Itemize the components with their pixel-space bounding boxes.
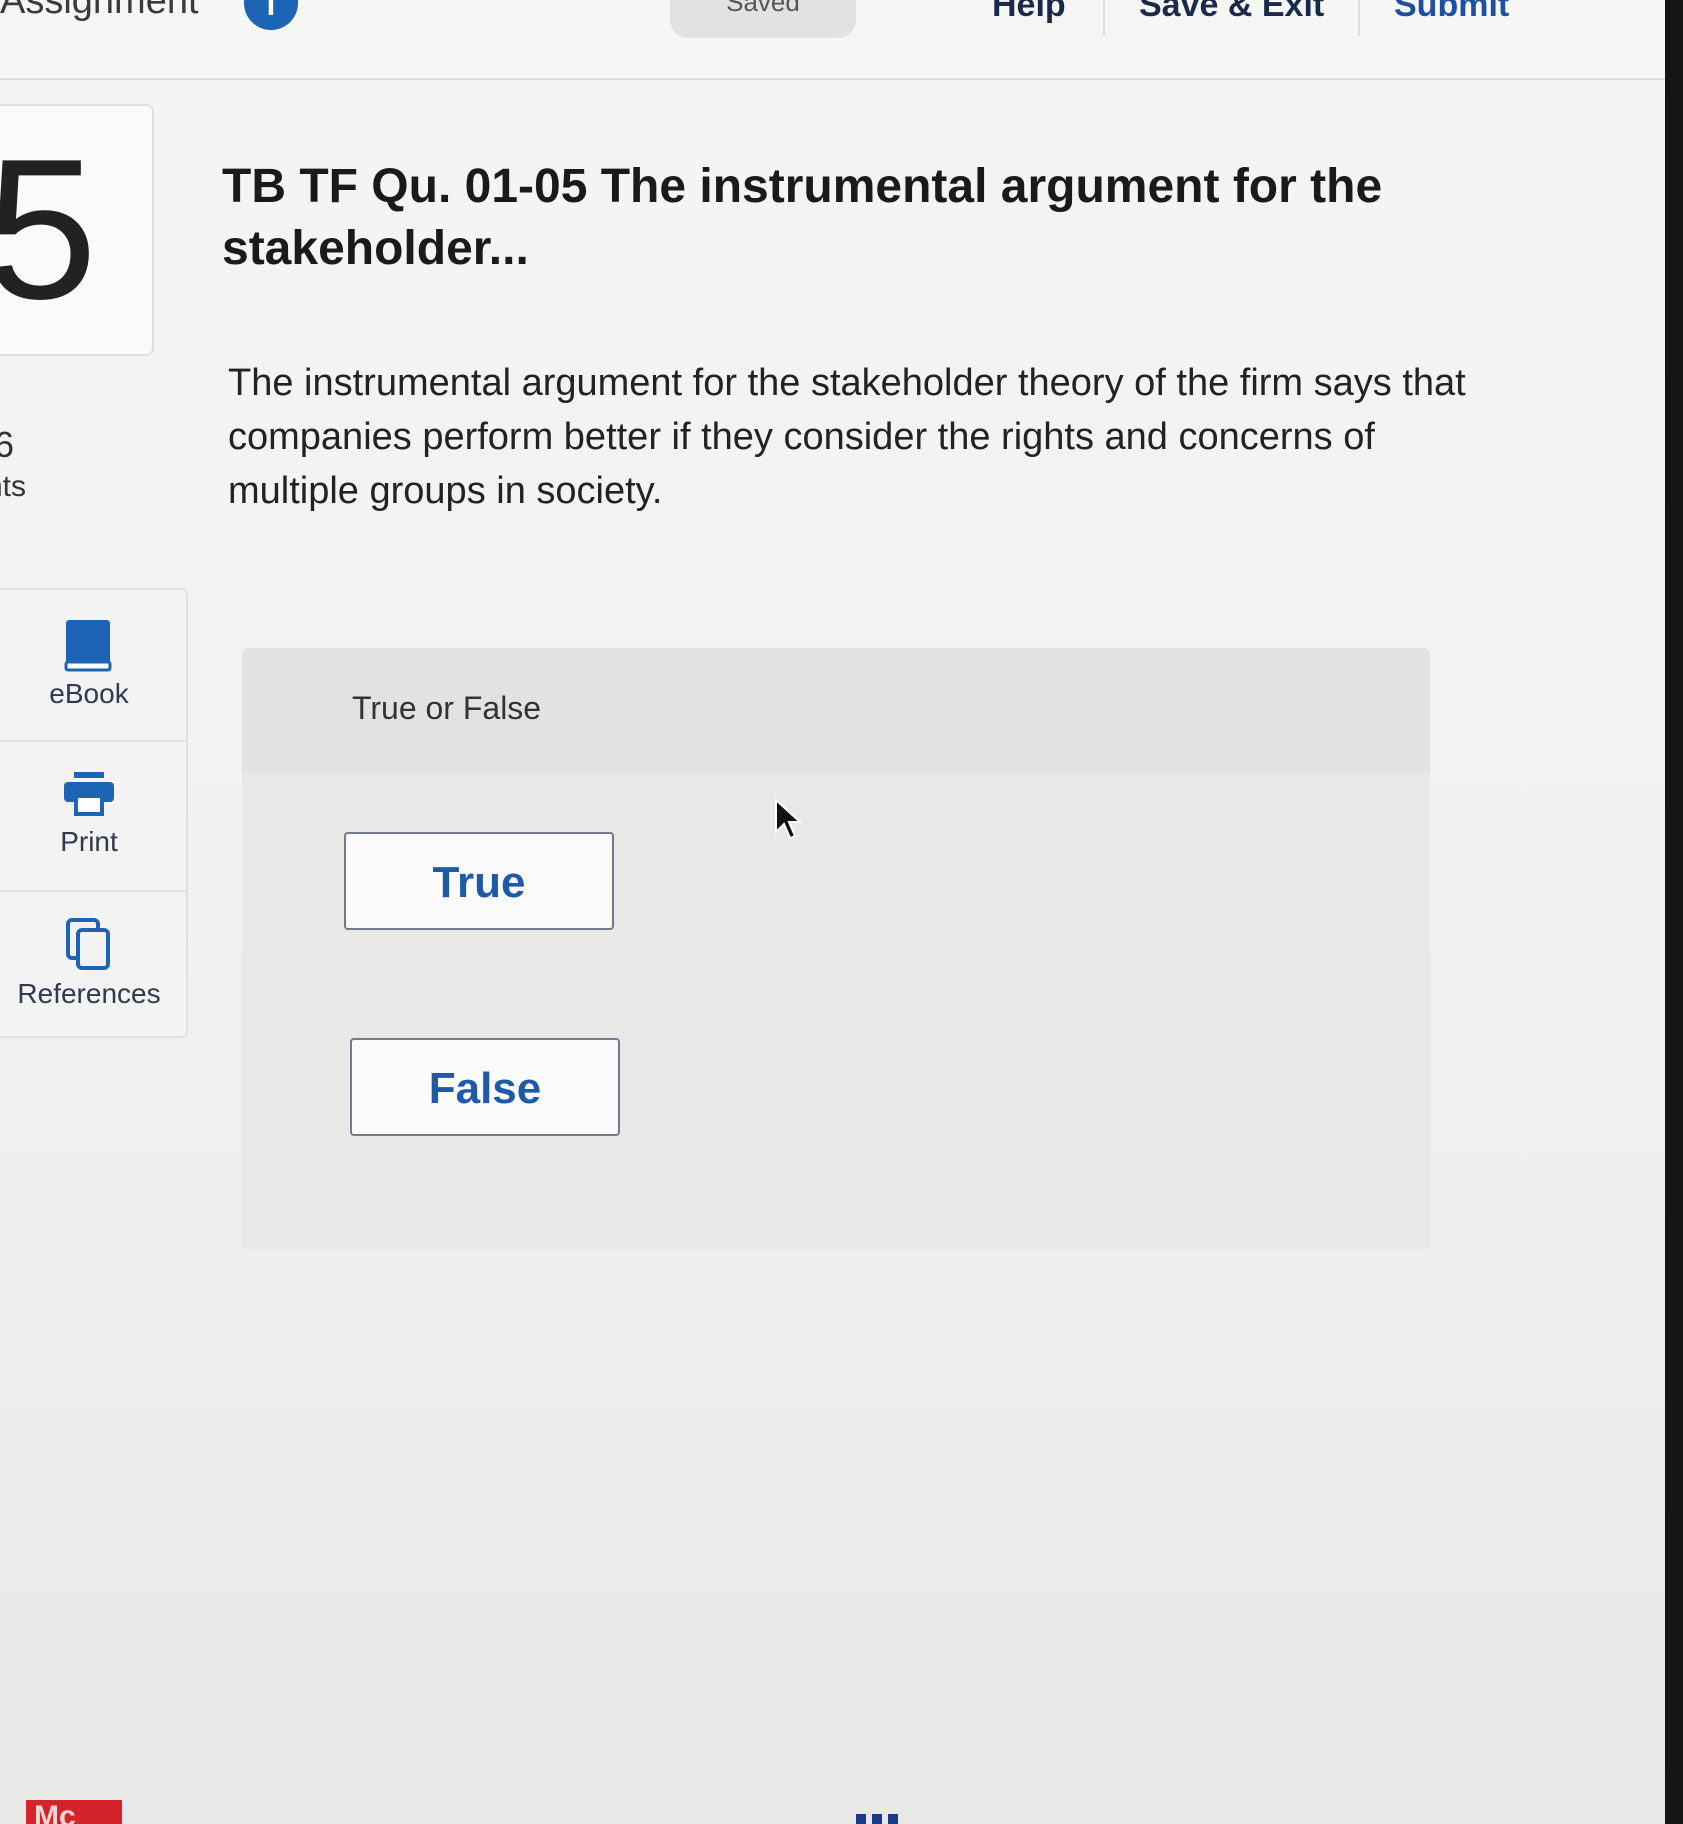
top-bar: Assignment i Saved Help Save & Exit Subm… [0,0,1665,80]
help-button[interactable]: Help [992,0,1066,25]
copy-icon [66,918,110,970]
tools-panel: eBook Print References [0,588,188,1038]
print-button[interactable]: Print [0,770,186,858]
tool-divider [0,890,186,892]
printer-icon [64,772,114,816]
header-divider [1103,0,1105,36]
references-button[interactable]: References [0,918,186,1010]
submit-button[interactable]: Submit [1394,0,1509,25]
points-value: 6 [0,424,15,465]
mcgraw-hill-logo: Mc [26,1800,122,1824]
true-button[interactable]: True [344,832,614,930]
question-title: TB TF Qu. 01-05 The instrumental argumen… [222,160,1383,275]
points-label: nts [0,470,27,503]
monitor-bezel [1665,0,1683,1824]
mouse-cursor-icon [775,798,802,840]
book-icon [64,620,112,672]
screen: Assignment i Saved Help Save & Exit Subm… [0,0,1665,1824]
references-label: References [17,978,161,1009]
print-label: Print [60,826,118,857]
answer-panel: True or False True False [242,648,1430,1250]
answer-header: True or False [242,648,1430,772]
question-text: The instrumental argument for the stakeh… [228,362,1466,512]
bottom-indicator [856,1814,900,1824]
false-button[interactable]: False [350,1038,620,1136]
assignment-title: Assignment [0,0,199,22]
save-exit-button[interactable]: Save & Exit [1139,0,1324,25]
tool-divider [0,740,186,742]
answer-prompt: True or False [352,690,542,726]
ebook-button[interactable]: eBook [0,618,186,710]
saved-status-badge: Saved [670,0,856,38]
ebook-label: eBook [49,678,129,709]
question-number: 5 [0,118,98,341]
header-divider [1358,0,1360,36]
info-icon[interactable]: i [244,0,298,30]
